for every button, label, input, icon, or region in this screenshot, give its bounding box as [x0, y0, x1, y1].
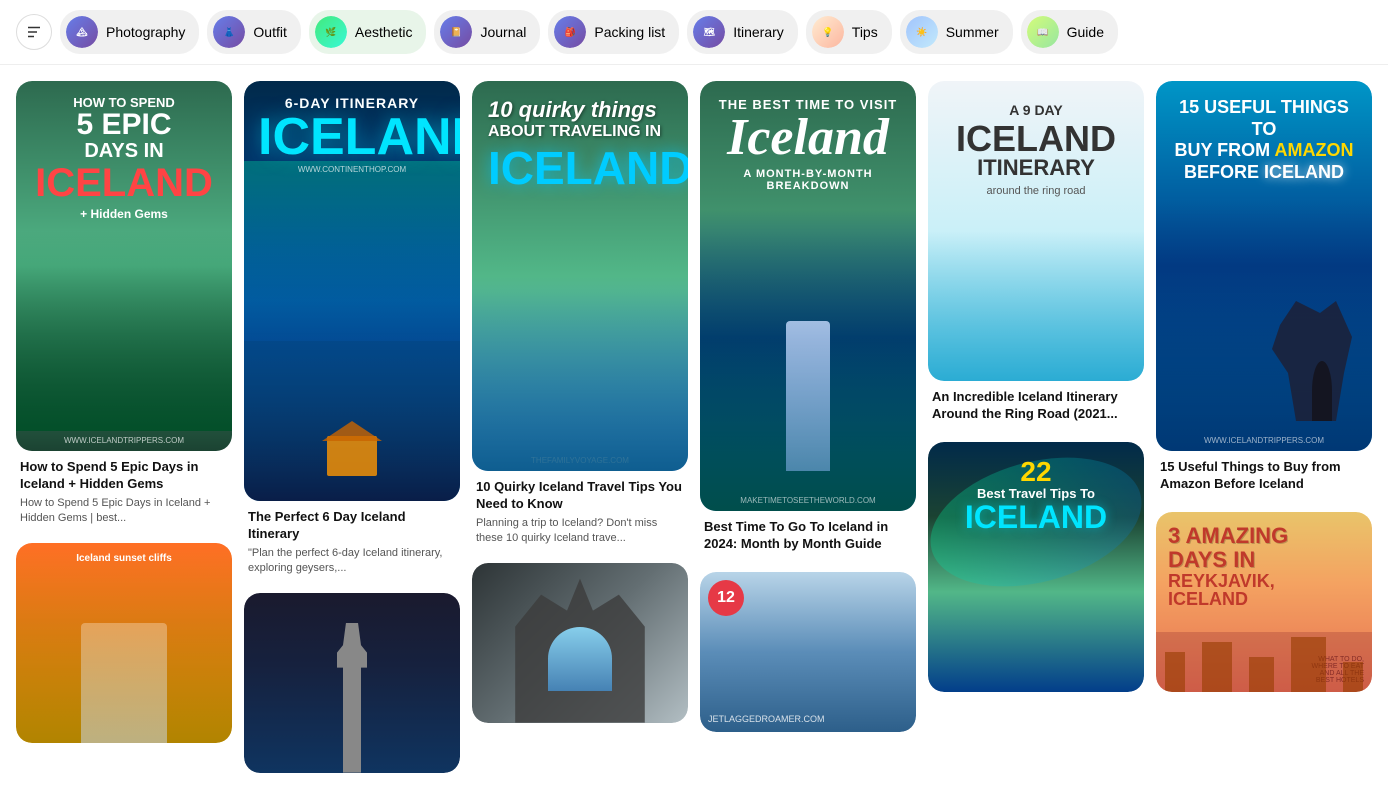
pin-card-8[interactable]: 12 JETLAGGEDROAMER.COM: [700, 572, 916, 732]
pins-grid: HOW TO SPEND 5 EPIC DAYS IN ICELAND + Hi…: [0, 65, 1388, 789]
pin-card-9[interactable]: A 9 DAY ICELAND ITINERARY around the rin…: [928, 81, 1144, 430]
watermark-11: WWW.ICELANDTRIPPERS.COM: [1204, 436, 1324, 445]
pin-1-desc: How to Spend 5 Epic Days in Iceland + Hi…: [20, 496, 228, 527]
watermark-8: JETLAGGEDROAMER.COM: [708, 714, 825, 724]
pin-1-text: How to Spend 5 Epic Days in Iceland + Hi…: [16, 451, 232, 531]
filter-button[interactable]: [16, 14, 52, 50]
pill-tips[interactable]: 💡 Tips: [806, 10, 892, 54]
filter-icon: [25, 23, 43, 41]
pin-card-11[interactable]: 15 USEFUL THINGS TOBUY FROM AMAZONBEFORE…: [1156, 81, 1372, 500]
pin-3-desc: "Plan the perfect 6-day Iceland itinerar…: [248, 546, 456, 577]
pill-packing[interactable]: 🎒 Packing list: [548, 10, 679, 54]
masonry-col-3: 10 quirky things ABOUT TRAVELING IN ICEL…: [472, 81, 688, 773]
pin-9-text: An Incredible Iceland Itinerary Around t…: [928, 381, 1144, 430]
filter-pills: 🏔 Photography 👗 Outfit 🌿 Aesthetic 📔 Jou…: [60, 10, 1118, 54]
pill-photography[interactable]: 🏔 Photography: [60, 10, 199, 54]
pin-9-title: An Incredible Iceland Itinerary Around t…: [932, 389, 1140, 423]
pin-3-text: The Perfect 6 Day Iceland Itinerary "Pla…: [244, 501, 460, 581]
pin-5-title: 10 Quirky Iceland Travel Tips You Need t…: [476, 479, 684, 513]
pill-photography-label: Photography: [106, 24, 185, 40]
pill-summer-label: Summer: [946, 24, 999, 40]
pin-5-text: 10 Quirky Iceland Travel Tips You Need t…: [472, 471, 688, 551]
pin-card-3[interactable]: 6-DAY ITINERARY ICELAND WWW.CONTINENTHOP…: [244, 81, 460, 581]
pin-5-desc: Planning a trip to Iceland? Don't miss t…: [476, 516, 684, 547]
pin-card-1[interactable]: HOW TO SPEND 5 EPIC DAYS IN ICELAND + Hi…: [16, 81, 232, 531]
watermark-7: MAKETIMETOSEETHEWORLD.COM: [740, 496, 875, 505]
pin-card-5[interactable]: 10 quirky things ABOUT TRAVELING IN ICEL…: [472, 81, 688, 551]
pin-11-text: 15 Useful Things to Buy from Amazon Befo…: [1156, 451, 1372, 500]
pin-card-2[interactable]: Iceland sunset cliffs: [16, 543, 232, 743]
pill-journal[interactable]: 📔 Journal: [434, 10, 540, 54]
watermark-1: WWW.ICELANDTRIPPERS.COM: [64, 436, 184, 445]
pin-card-7[interactable]: THE BEST TIME TO VISIT Iceland A MONTH-B…: [700, 81, 916, 560]
pill-tips-label: Tips: [852, 24, 878, 40]
badge-12: 12: [708, 580, 744, 616]
pill-outfit[interactable]: 👗 Outfit: [207, 10, 300, 54]
masonry-col-4: THE BEST TIME TO VISIT Iceland A MONTH-B…: [700, 81, 916, 773]
pin-7-text: Best Time To Go To Iceland in 2024: Mont…: [700, 511, 916, 560]
pill-itinerary-label: Itinerary: [733, 24, 784, 40]
pin-card-12[interactable]: 3 AMAZINGDAYS IN REYKJAVIK,ICELAND WHAT …: [1156, 512, 1372, 692]
pill-aesthetic-label: Aesthetic: [355, 24, 413, 40]
masonry-col-2: 6-DAY ITINERARY ICELAND WWW.CONTINENTHOP…: [244, 81, 460, 773]
pill-itinerary[interactable]: 🗺 Itinerary: [687, 10, 798, 54]
pill-summer[interactable]: ☀️ Summer: [900, 10, 1013, 54]
pill-packing-label: Packing list: [594, 24, 665, 40]
masonry-col-1: HOW TO SPEND 5 EPIC DAYS IN ICELAND + Hi…: [16, 81, 232, 773]
pin-card-10[interactable]: 22 Best Travel Tips To ICELAND: [928, 442, 1144, 692]
pill-guide[interactable]: 📖 Guide: [1021, 10, 1118, 54]
pin-11-title: 15 Useful Things to Buy from Amazon Befo…: [1160, 459, 1368, 493]
pill-journal-label: Journal: [480, 24, 526, 40]
masonry-col-6: 15 USEFUL THINGS TOBUY FROM AMAZONBEFORE…: [1156, 81, 1372, 773]
pin-1-title: How to Spend 5 Epic Days in Iceland + Hi…: [20, 459, 228, 493]
pill-aesthetic[interactable]: 🌿 Aesthetic: [309, 10, 427, 54]
pin-card-4[interactable]: [244, 593, 460, 773]
pin-3-title: The Perfect 6 Day Iceland Itinerary: [248, 509, 456, 543]
masonry-col-5: A 9 DAY ICELAND ITINERARY around the rin…: [928, 81, 1144, 773]
top-navigation: 🏔 Photography 👗 Outfit 🌿 Aesthetic 📔 Jou…: [0, 0, 1388, 65]
pin-card-6[interactable]: [472, 563, 688, 723]
pill-guide-label: Guide: [1067, 24, 1104, 40]
pin-7-title: Best Time To Go To Iceland in 2024: Mont…: [704, 519, 912, 553]
pill-outfit-label: Outfit: [253, 24, 286, 40]
